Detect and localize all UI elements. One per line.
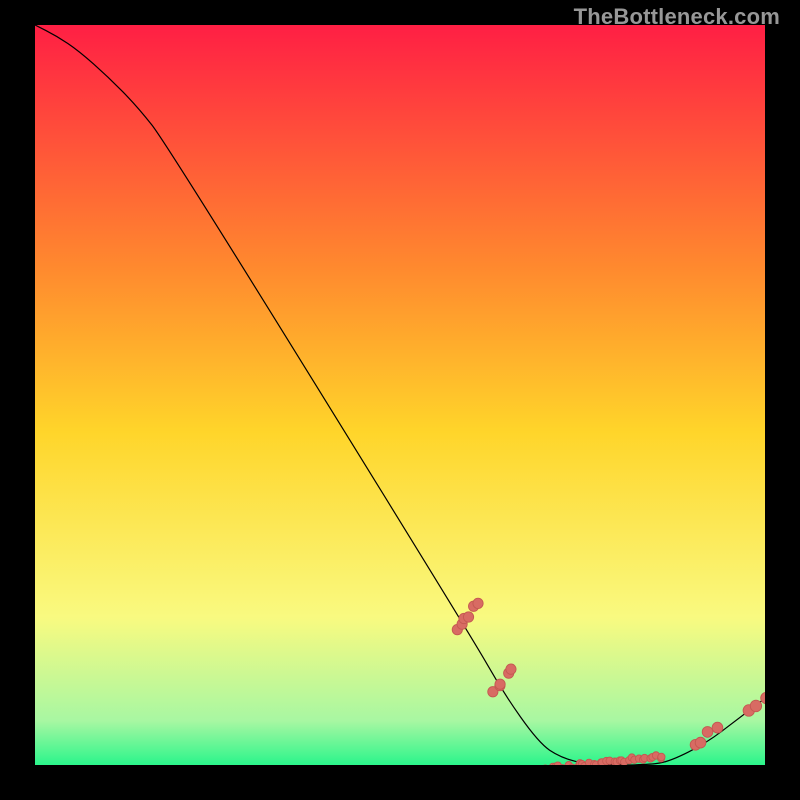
heat-gradient-background [35, 25, 765, 765]
data-point [463, 612, 473, 622]
data-point [473, 598, 483, 608]
data-point [695, 737, 706, 748]
data-point [658, 753, 665, 760]
data-point [712, 722, 723, 733]
data-point [506, 664, 516, 674]
data-point [702, 727, 713, 738]
chart-stage: TheBottleneck.com [0, 0, 800, 800]
chart-svg [35, 25, 765, 765]
data-point [554, 762, 561, 765]
data-point [750, 700, 761, 712]
bottleneck-chart [35, 25, 765, 765]
data-point [495, 679, 505, 689]
